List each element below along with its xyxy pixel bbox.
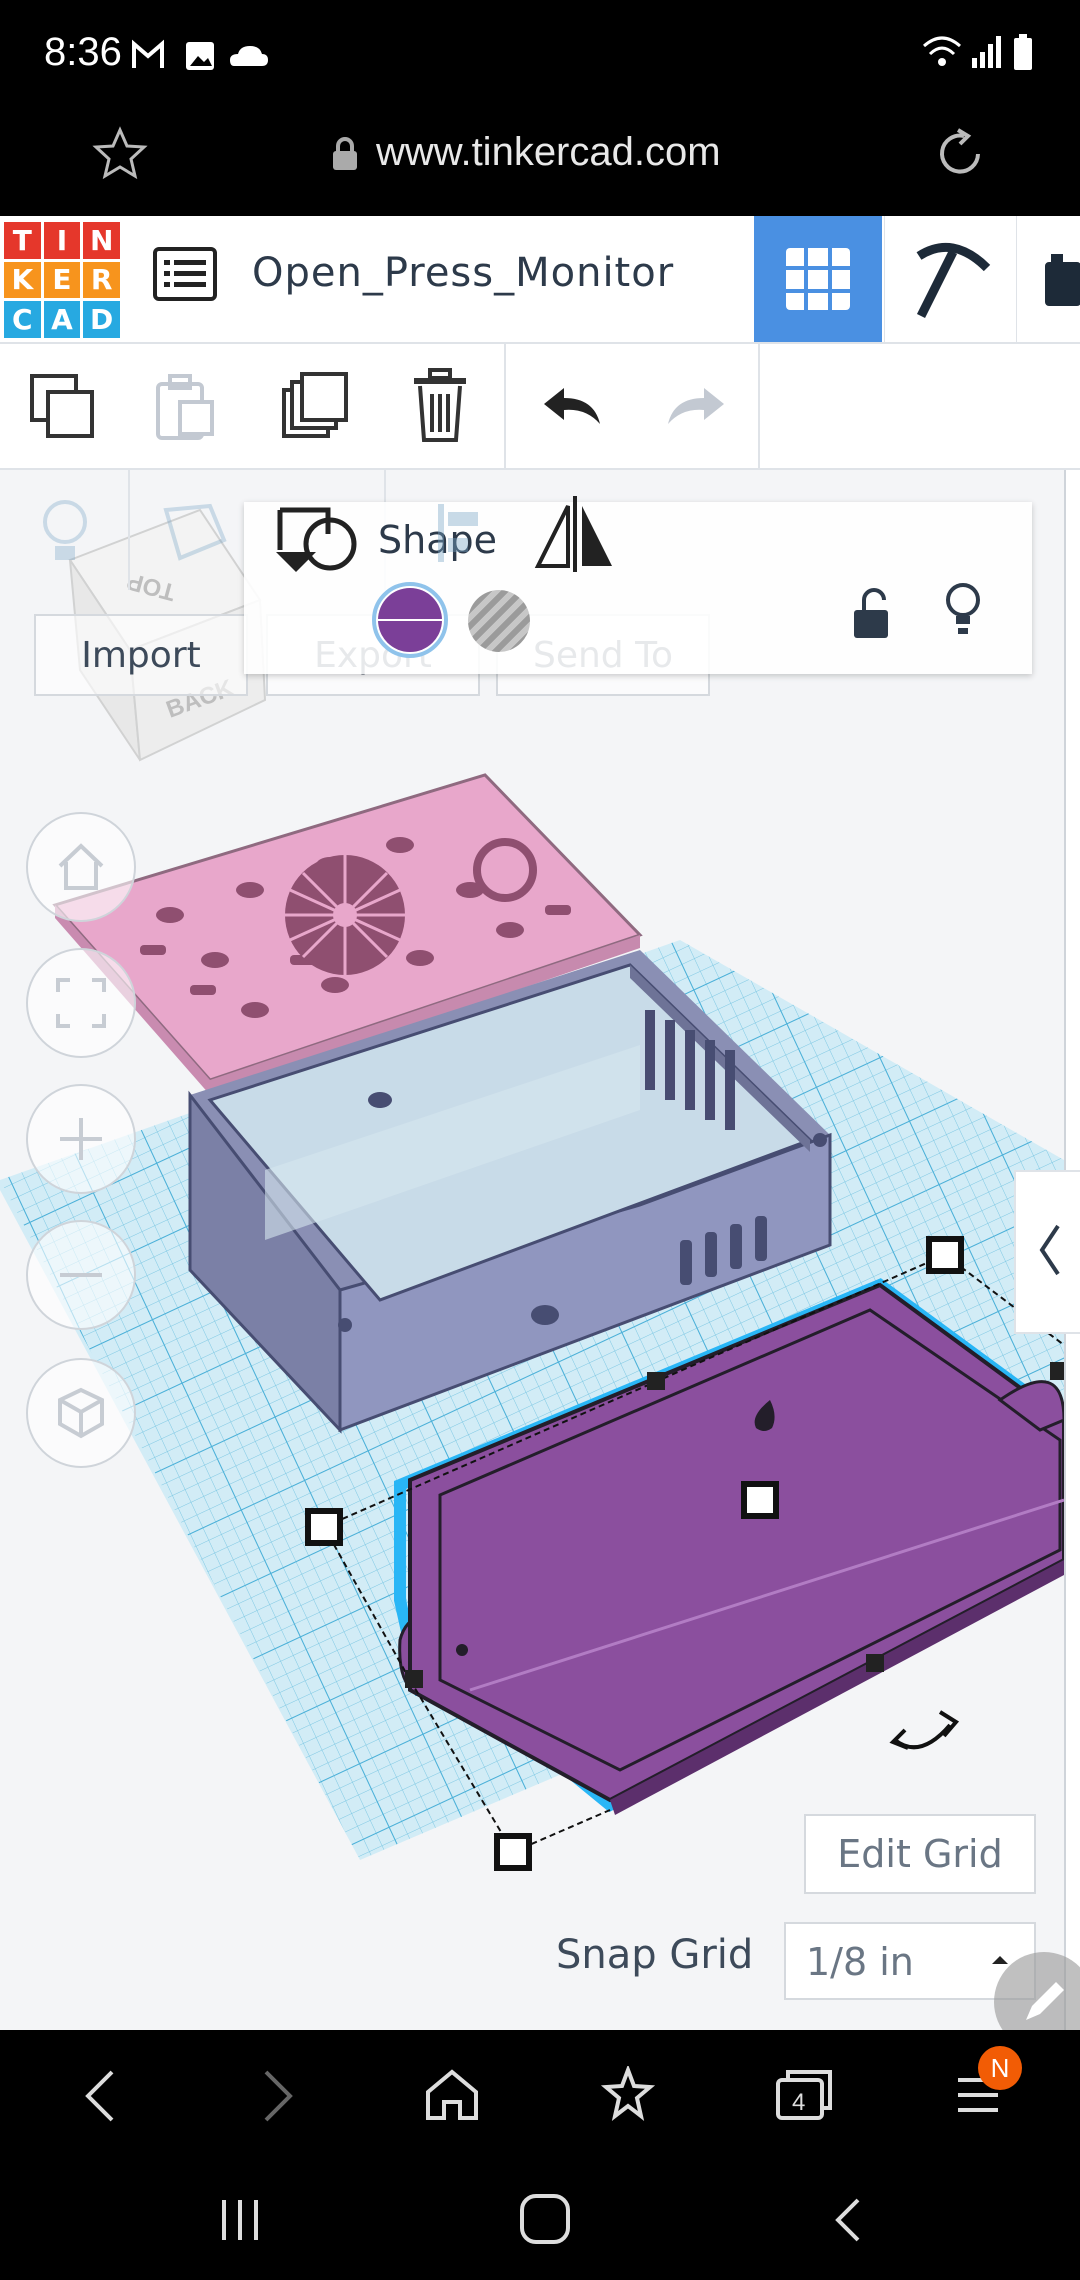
blocks-view-button[interactable]: [884, 216, 1014, 342]
gallery-icon: [186, 42, 214, 70]
bookmark-star-icon[interactable]: [92, 126, 148, 182]
tinkercad-logo[interactable]: T I N K E R C A D: [4, 222, 120, 338]
tabs-count: 4: [792, 2089, 805, 2116]
design-list-icon[interactable]: [152, 246, 218, 302]
home-icon: [58, 843, 104, 890]
pencil-icon: [1026, 1982, 1064, 2020]
bulb-icon[interactable]: [40, 498, 90, 568]
undo-icon[interactable]: [540, 384, 604, 428]
lock-open-icon[interactable]: [852, 588, 892, 640]
logo-letter: E: [43, 261, 81, 299]
logo-letter: K: [4, 261, 41, 299]
battery-icon: [1014, 34, 1032, 70]
system-back-icon[interactable]: [828, 2196, 868, 2246]
project-title[interactable]: Open_Press_Monitor: [252, 250, 674, 296]
snap-grid-value: 1/8 in: [806, 1940, 914, 1984]
lock-icon: [333, 137, 357, 170]
gmail-icon: [132, 39, 164, 68]
cube-icon: [58, 1387, 104, 1439]
tabs-icon[interactable]: 4: [774, 2066, 834, 2122]
forward-icon[interactable]: [258, 2068, 298, 2124]
logo-letter: R: [83, 261, 120, 299]
rotate-handle-icon: [889, 1710, 960, 1750]
height-handle: [741, 1481, 779, 1519]
align-icon[interactable]: [434, 500, 490, 566]
wifi-icon: [923, 36, 961, 66]
url-text[interactable]: www.tinkercad.com: [376, 130, 721, 175]
logo-letter: I: [43, 222, 81, 259]
pickaxe-icon: [916, 242, 991, 319]
home-icon[interactable]: [424, 2066, 480, 2122]
hole-color-swatch[interactable]: [468, 590, 530, 652]
cloud-icon: [230, 46, 268, 66]
paste-icon[interactable]: [152, 372, 218, 442]
resize-handle: [647, 1372, 665, 1390]
workplane[interactable]: TOP BACK: [0, 470, 1064, 2030]
browser-bottom-nav: [0, 2030, 1080, 2160]
shape-icon: [276, 507, 357, 572]
chevron-down-icon: [276, 552, 316, 572]
status-system-icons: [923, 34, 1032, 70]
delete-icon[interactable]: [410, 368, 470, 444]
grid-icon: [786, 248, 850, 310]
redo-icon[interactable]: [664, 384, 728, 428]
reload-icon[interactable]: [932, 126, 988, 182]
minus-icon: [60, 1273, 102, 1277]
bricks-view-button[interactable]: [1016, 216, 1080, 342]
copy-icon[interactable]: [28, 372, 98, 442]
plus-icon: [60, 1118, 102, 1160]
status-notification-icons: [132, 39, 268, 70]
resize-handle: [1050, 1362, 1064, 1380]
snap-grid-label: Snap Grid: [556, 1932, 754, 1978]
chevron-up-icon: [992, 1956, 1008, 1964]
signal-icon: [972, 36, 1001, 68]
resize-handle: [926, 1236, 964, 1274]
mirror-icon[interactable]: [534, 494, 616, 572]
toolbar-divider: [504, 344, 506, 468]
back-icon[interactable]: [80, 2068, 120, 2124]
brick-icon: [1045, 254, 1080, 306]
toolbar-divider: [758, 344, 760, 468]
home-button-icon[interactable]: [518, 2192, 574, 2248]
chevron-left-icon: [1039, 1224, 1060, 1276]
status-time: 8:36: [44, 30, 122, 74]
recent-apps-icon[interactable]: [216, 2196, 266, 2244]
workplane-icon[interactable]: [160, 500, 230, 564]
logo-letter: A: [43, 301, 81, 338]
edit-grid-button[interactable]: Edit Grid: [804, 1814, 1036, 1894]
logo-letter: N: [83, 222, 120, 259]
logo-letter: C: [4, 301, 41, 338]
3d-view-button[interactable]: [754, 216, 882, 342]
logo-letter: T: [4, 222, 41, 259]
shape-panel: [244, 502, 1032, 674]
bookmarks-icon[interactable]: [600, 2066, 656, 2122]
duplicate-icon[interactable]: [278, 370, 352, 446]
logo-letter: D: [83, 301, 120, 338]
fit-all-icon: [56, 978, 106, 1028]
light-bulb-icon[interactable]: [944, 582, 982, 640]
import-button[interactable]: Import: [34, 614, 248, 696]
notification-badge: N: [978, 2046, 1022, 2090]
resize-handle: [494, 1833, 532, 1871]
resize-handle: [305, 1508, 343, 1546]
resize-handle: [866, 1654, 884, 1672]
resize-handle: [405, 1670, 423, 1688]
workplane-canvas[interactable]: TOP BACK: [0, 470, 1064, 2030]
